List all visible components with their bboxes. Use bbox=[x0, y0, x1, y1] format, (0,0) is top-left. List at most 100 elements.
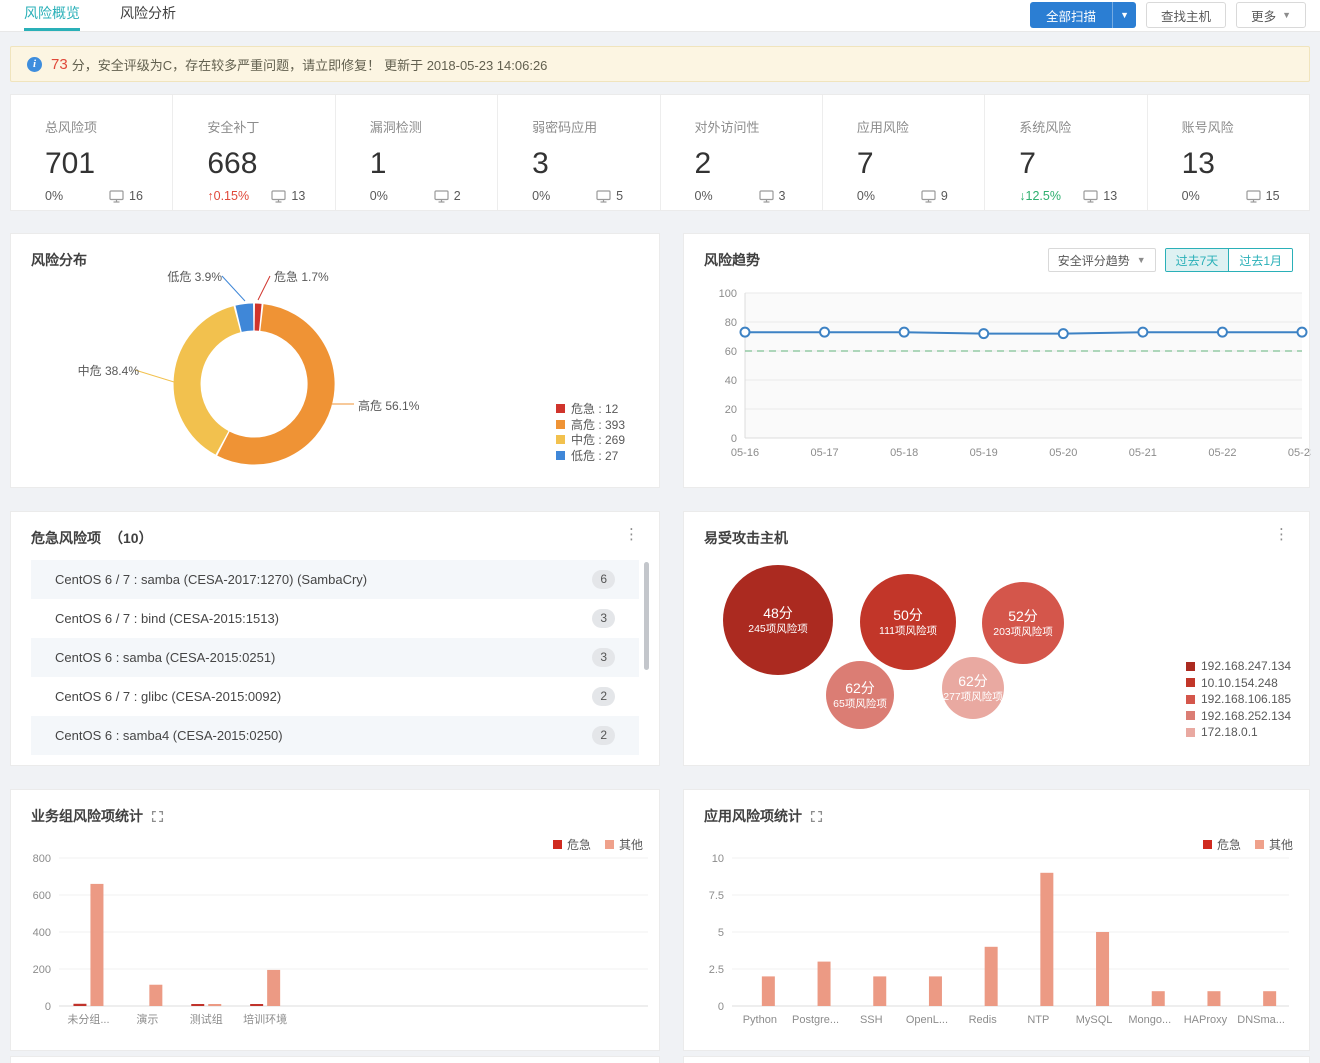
stat-delta: ↓12.5% bbox=[1019, 189, 1083, 203]
kebab-menu-icon[interactable]: ⋮ bbox=[620, 525, 643, 544]
host-bubble[interactable]: 62分65项风险项 bbox=[826, 661, 894, 729]
donut-legend-item[interactable]: 中危 : 269 bbox=[556, 432, 625, 448]
legend-swatch bbox=[1186, 711, 1195, 720]
risk-name: CentOS 6 / 7 : samba (CESA-2017:1270) (S… bbox=[55, 572, 367, 587]
host-bubble[interactable]: 48分245项风险项 bbox=[723, 565, 833, 675]
monitor-icon bbox=[271, 190, 286, 203]
critical-risk-list: CentOS 6 / 7 : samba (CESA-2017:1270) (S… bbox=[31, 560, 639, 755]
monitor-icon bbox=[759, 190, 774, 203]
plot-area bbox=[745, 293, 1302, 438]
donut-legend-item[interactable]: 低危 : 27 bbox=[556, 448, 625, 464]
scan-all-split-button[interactable]: 全部扫描 ▼ bbox=[1030, 2, 1136, 28]
host-legend-item[interactable]: 192.168.106.185 bbox=[1186, 691, 1291, 708]
host-legend-item[interactable]: 192.168.252.134 bbox=[1186, 708, 1291, 725]
data-point bbox=[900, 328, 909, 337]
trend-metric-select[interactable]: 安全评分趋势▼ bbox=[1048, 248, 1156, 272]
legend-swatch bbox=[553, 840, 562, 849]
tab-risk-analysis[interactable]: 风险分析 bbox=[120, 0, 176, 31]
trend-range-toggle: 过去7天过去1月 bbox=[1165, 248, 1293, 272]
chart-legend-item[interactable]: 危急 bbox=[553, 836, 591, 853]
host-bubble[interactable]: 52分203项风险项 bbox=[982, 582, 1064, 664]
bar-危急 bbox=[191, 1004, 204, 1006]
stat-host-count: 3 bbox=[759, 189, 786, 203]
host-legend-item[interactable]: 192.168.247.134 bbox=[1186, 658, 1291, 675]
x-tick-label: 05-22 bbox=[1208, 447, 1236, 459]
chart-legend-item[interactable]: 其他 bbox=[1255, 836, 1293, 853]
x-tick-label: MySQL bbox=[1076, 1014, 1113, 1026]
x-tick-label: SSH bbox=[860, 1014, 883, 1026]
risk-name: CentOS 6 : samba (CESA-2015:0251) bbox=[55, 650, 275, 665]
charts-row-1: 风险分布 危急 1.7%高危 56.1%中危 38.4%低危 3.9% 危急 :… bbox=[10, 233, 1310, 488]
donut-slice-中危[interactable] bbox=[187, 319, 237, 443]
monitor-icon bbox=[596, 190, 611, 203]
stat-host-count: 9 bbox=[921, 189, 948, 203]
range-toggle-7d[interactable]: 过去7天 bbox=[1166, 249, 1229, 271]
expand-icon[interactable] bbox=[810, 810, 823, 823]
risk-list-item[interactable]: CentOS 6 : samba (CESA-2015:0251)3 bbox=[31, 638, 639, 677]
bubble-score: 48分 bbox=[763, 604, 793, 623]
y-tick-label: 20 bbox=[725, 404, 737, 416]
host-bubble[interactable]: 62分277项风险项 bbox=[942, 657, 1004, 719]
risk-list-item[interactable]: CentOS 6 / 7 : samba (CESA-2017:1270) (S… bbox=[31, 560, 639, 599]
app-chart-legend: 危急其他 bbox=[1203, 836, 1293, 853]
range-toggle-1m[interactable]: 过去1月 bbox=[1228, 249, 1292, 271]
x-tick-label: 05-19 bbox=[970, 447, 998, 459]
bar-其他 bbox=[267, 970, 280, 1006]
caret-down-icon: ▼ bbox=[1282, 10, 1291, 20]
donut-legend-item[interactable]: 高危 : 393 bbox=[556, 417, 625, 433]
host-legend-item[interactable]: 172.18.0.1 bbox=[1186, 724, 1291, 741]
legend-label: 其他 bbox=[619, 836, 643, 853]
legend-label: 192.168.247.134 bbox=[1201, 659, 1291, 673]
host-legend-item[interactable]: 10.10.154.248 bbox=[1186, 675, 1291, 692]
bubble-count: 203项风险项 bbox=[993, 626, 1053, 639]
chart-legend-item[interactable]: 危急 bbox=[1203, 836, 1241, 853]
legend-label: 危急 : 12 bbox=[571, 400, 618, 417]
legend-label: 危急 bbox=[567, 836, 591, 853]
host-count: 13 bbox=[291, 189, 305, 203]
bar-其他 bbox=[929, 976, 942, 1006]
donut-legend: 危急 : 12高危 : 393中危 : 269低危 : 27 bbox=[556, 401, 625, 463]
bar-危急 bbox=[73, 1004, 86, 1006]
y-tick-label: 600 bbox=[33, 890, 51, 902]
donut-legend-item[interactable]: 危急 : 12 bbox=[556, 401, 625, 417]
x-tick-label: 05-17 bbox=[811, 447, 839, 459]
alert-updated: 更新于 2018-05-23 14:06:26 bbox=[384, 55, 547, 74]
expand-icon[interactable] bbox=[151, 810, 164, 823]
legend-label: 危急 bbox=[1217, 836, 1241, 853]
host-bubble[interactable]: 50分111项风险项 bbox=[860, 574, 956, 670]
bubble-score: 62分 bbox=[845, 679, 875, 698]
find-host-button[interactable]: 查找主机 bbox=[1146, 2, 1226, 28]
risk-list-item[interactable]: CentOS 6 / 7 : bind (CESA-2015:1513)3 bbox=[31, 599, 639, 638]
stat-host-count: 13 bbox=[1083, 189, 1117, 203]
kebab-menu-icon[interactable]: ⋮ bbox=[1270, 525, 1293, 544]
more-button[interactable]: 更多▼ bbox=[1236, 2, 1306, 28]
list-scrollbar[interactable] bbox=[644, 562, 649, 670]
tab-risk-overview[interactable]: 风险概览 bbox=[24, 0, 80, 31]
alert-message: 分，安全评级为C，存在较多严重问题，请立即修复！ bbox=[72, 55, 380, 74]
bar-其他 bbox=[873, 976, 886, 1006]
stat-delta: 0% bbox=[695, 189, 759, 203]
risk-list-item[interactable]: CentOS 6 / 7 : glibc (CESA-2015:0092)2 bbox=[31, 677, 639, 716]
card-critical-risks: 危急风险项（10） ⋮ CentOS 6 / 7 : samba (CESA-2… bbox=[10, 511, 660, 766]
risk-list-item[interactable]: CentOS 6 : samba4 (CESA-2015:0250)2 bbox=[31, 716, 639, 755]
callout-line bbox=[222, 276, 245, 301]
bar-其他 bbox=[1096, 932, 1109, 1006]
donut-slice-低危[interactable] bbox=[239, 317, 254, 319]
bar-其他 bbox=[1152, 991, 1165, 1006]
chart-legend-item[interactable]: 其他 bbox=[605, 836, 643, 853]
stat-host-count: 16 bbox=[109, 189, 143, 203]
group-chart-legend: 危急 其他 bbox=[553, 836, 643, 853]
donut-slice-高危[interactable] bbox=[223, 318, 321, 452]
risk-count-badge: 2 bbox=[592, 687, 615, 705]
bar-其他 bbox=[1040, 873, 1053, 1006]
scan-all-button[interactable]: 全部扫描 bbox=[1030, 2, 1112, 28]
legend-swatch bbox=[1203, 840, 1212, 849]
scan-all-dropdown[interactable]: ▼ bbox=[1112, 2, 1136, 28]
monitor-icon bbox=[434, 190, 449, 203]
y-tick-label: 0 bbox=[718, 1001, 724, 1013]
charts-row-2: 危急风险项（10） ⋮ CentOS 6 / 7 : samba (CESA-2… bbox=[10, 511, 1310, 766]
charts-row-3: 业务组风险项统计 危急其他 0200400600800未分组...演示测试组培训… bbox=[10, 789, 1310, 1051]
legend-label: 高危 : 393 bbox=[571, 416, 625, 433]
legend-swatch bbox=[556, 420, 565, 429]
host-count: 3 bbox=[779, 189, 786, 203]
